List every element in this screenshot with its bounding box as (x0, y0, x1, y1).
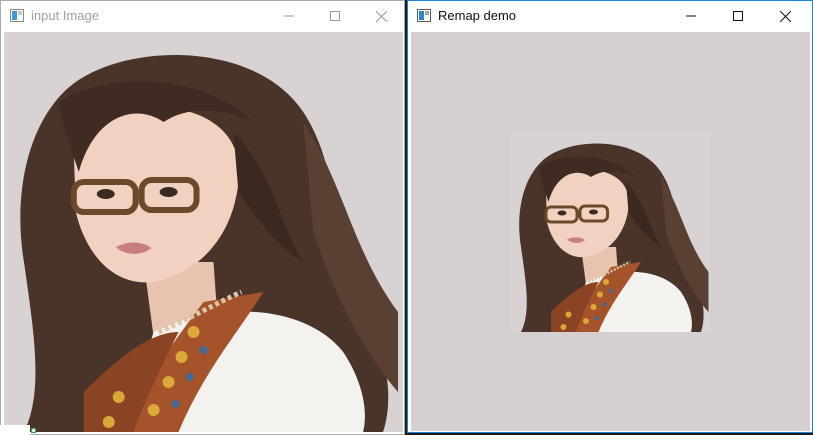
window-title: Remap demo (438, 8, 517, 23)
maximize-button[interactable] (312, 1, 358, 31)
maximize-icon (733, 11, 743, 21)
maximize-button[interactable] (715, 1, 761, 31)
app-icon (417, 9, 431, 22)
status-indicator (31, 428, 36, 433)
remap-demo-window[interactable]: Remap demo (407, 0, 813, 433)
close-button[interactable] (762, 1, 808, 31)
portrait-photo (4, 32, 403, 432)
input-image-window[interactable]: input Image (0, 0, 405, 435)
app-icon (10, 9, 24, 22)
remapped-portrait-photo (511, 132, 711, 332)
remap-canvas (411, 32, 810, 431)
minimize-button[interactable] (266, 1, 312, 31)
taskbar-fragment (0, 425, 30, 435)
titlebar[interactable]: Remap demo (408, 1, 812, 31)
image-canvas (4, 32, 403, 432)
close-button[interactable] (358, 1, 404, 31)
minimize-icon (686, 15, 696, 17)
close-icon (375, 10, 387, 22)
minimize-button[interactable] (668, 1, 714, 31)
titlebar[interactable]: input Image (1, 1, 404, 31)
window-title: input Image (31, 8, 99, 23)
maximize-icon (330, 11, 340, 21)
minimize-icon (284, 15, 294, 17)
close-icon (779, 10, 791, 22)
